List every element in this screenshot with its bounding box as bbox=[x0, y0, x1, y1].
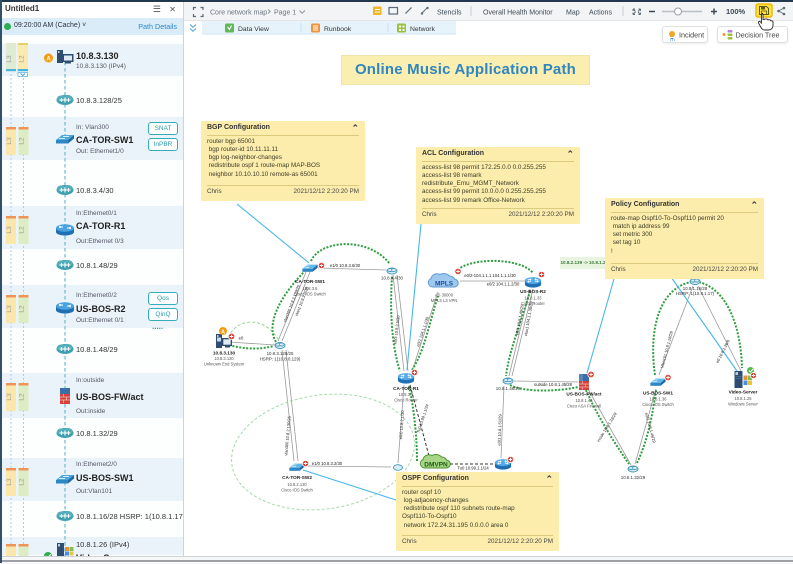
svg-text:10.8.3.1: 10.8.3.1 bbox=[399, 392, 415, 397]
svg-text:.....: ..... bbox=[152, 322, 163, 331]
svg-text:100%: 100% bbox=[726, 7, 746, 16]
svg-text:e0/2 104.1.1.2/30: e0/2 104.1.1.2/30 bbox=[487, 282, 520, 287]
svg-text:L2: L2 bbox=[19, 305, 26, 313]
svg-text:Runbook: Runbook bbox=[324, 26, 352, 33]
svg-text:L3: L3 bbox=[6, 226, 13, 234]
svg-text:US-BOS-R2: US-BOS-R2 bbox=[520, 289, 546, 294]
svg-text:AS 30000: AS 30000 bbox=[435, 293, 454, 298]
svg-text:10.8.1.33: 10.8.1.33 bbox=[524, 296, 542, 301]
svg-text:A: A bbox=[46, 57, 51, 63]
svg-text:Cisco IOS Switch: Cisco IOS Switch bbox=[294, 292, 326, 297]
svg-text:HSRP: 1(10.8.1.17): HSRP: 1(10.8.1.17) bbox=[676, 291, 715, 296]
svg-text:10.8.1.45: 10.8.1.45 bbox=[575, 398, 593, 403]
svg-text:L2: L2 bbox=[19, 55, 26, 63]
svg-text:Incident: Incident bbox=[679, 31, 704, 40]
svg-text:US-BOS-SW1: US-BOS-SW1 bbox=[643, 391, 673, 396]
svg-text:US-BOS-FW/act: US-BOS-FW/act bbox=[566, 392, 602, 397]
svg-text:Page 1: Page 1 bbox=[274, 10, 296, 17]
svg-text:Unknown End System: Unknown End System bbox=[204, 362, 245, 367]
svg-text:MPLS L3 VPN: MPLS L3 VPN bbox=[431, 298, 457, 303]
svg-text:CA-TOR-SW1: CA-TOR-SW1 bbox=[295, 279, 325, 284]
svg-text:10.8.3.130: 10.8.3.130 bbox=[214, 356, 234, 361]
svg-text:vlan300 10.8.2.130/25: vlan300 10.8.2.130/25 bbox=[283, 415, 291, 456]
svg-text:Windows Server: Windows Server bbox=[728, 402, 758, 407]
svg-text:Network: Network bbox=[410, 26, 436, 33]
svg-text:10.8.1.25: 10.8.1.25 bbox=[734, 396, 752, 401]
svg-text:10.8.2.130: 10.8.2.130 bbox=[287, 482, 307, 487]
svg-text:e0: e0 bbox=[239, 336, 244, 341]
svg-text:A: A bbox=[221, 330, 225, 336]
svg-text:Tu0 10.99.1.1/24: Tu0 10.99.1.1/24 bbox=[416, 403, 430, 434]
svg-text:L2: L2 bbox=[19, 478, 26, 486]
svg-text:CA-TOR-SW2: CA-TOR-SW2 bbox=[282, 475, 312, 480]
svg-text:CA-TOR-R1: CA-TOR-R1 bbox=[393, 386, 419, 391]
svg-text:e0/0 10.8.2.1/30: e0/0 10.8.2.1/30 bbox=[398, 410, 405, 440]
svg-text:L2: L2 bbox=[19, 393, 26, 401]
svg-text:Cisco ASA Firewall: Cisco ASA Firewall bbox=[567, 404, 601, 409]
svg-text:outside 10.8.1.45/28: outside 10.8.1.45/28 bbox=[534, 382, 573, 387]
svg-text:L3: L3 bbox=[6, 305, 13, 313]
svg-text:Vlan101 10.8.1.18/28: Vlan101 10.8.1.18/28 bbox=[659, 330, 674, 369]
svg-text:L3: L3 bbox=[6, 137, 13, 145]
svg-text:e0/2-104.1.1.1 104.1.1.1/30: e0/2-104.1.1.1 104.1.1.1/30 bbox=[464, 273, 516, 278]
svg-text:L2: L2 bbox=[19, 226, 26, 234]
svg-text:10.8.1.36: 10.8.1.36 bbox=[649, 397, 667, 402]
svg-text:Tu0 10.99.1.1/24: Tu0 10.99.1.1/24 bbox=[457, 466, 489, 471]
svg-text:DMVPN: DMVPN bbox=[424, 462, 448, 469]
svg-text:L3: L3 bbox=[6, 393, 13, 401]
svg-text:L2: L2 bbox=[19, 137, 26, 145]
svg-text:L3: L3 bbox=[6, 55, 13, 63]
svg-text:e1/0 10.8.3.6/30: e1/0 10.8.3.6/30 bbox=[330, 263, 361, 268]
svg-text:10.8.3.130: 10.8.3.130 bbox=[213, 351, 236, 356]
svg-text:Stencils: Stencils bbox=[437, 10, 462, 17]
svg-text:Cisco Router: Cisco Router bbox=[394, 398, 418, 403]
svg-text:MPLS: MPLS bbox=[435, 281, 454, 288]
svg-text:Video-Server: Video-Server bbox=[729, 390, 758, 395]
svg-text:Cisco IOS Switch: Cisco IOS Switch bbox=[642, 402, 674, 407]
svg-text:10.8.3.4/30: 10.8.3.4/30 bbox=[381, 276, 404, 281]
svg-text:Data View: Data View bbox=[238, 26, 269, 33]
svg-text:10.8.1.32/29: 10.8.1.32/29 bbox=[621, 475, 646, 480]
svg-text:e1/0 10.8.3.2/30: e1/0 10.8.3.2/30 bbox=[312, 461, 343, 466]
svg-text:HSRP: 1(10.8.0.129): HSRP: 1(10.8.0.129) bbox=[260, 357, 301, 362]
svg-text:Map: Map bbox=[566, 10, 580, 17]
svg-text:Actions: Actions bbox=[589, 10, 612, 17]
svg-text:10.8.1.48/29: 10.8.1.48/29 bbox=[496, 386, 521, 391]
svg-text:10.8.3.128/25: 10.8.3.128/25 bbox=[267, 351, 294, 356]
svg-text:Core network map: Core network map bbox=[210, 10, 267, 17]
svg-text:Cisco IOS Switch: Cisco IOS Switch bbox=[281, 488, 313, 493]
svg-text:Overall Health Monitor: Overall Health Monitor bbox=[483, 10, 553, 17]
svg-text:L3: L3 bbox=[6, 478, 13, 486]
